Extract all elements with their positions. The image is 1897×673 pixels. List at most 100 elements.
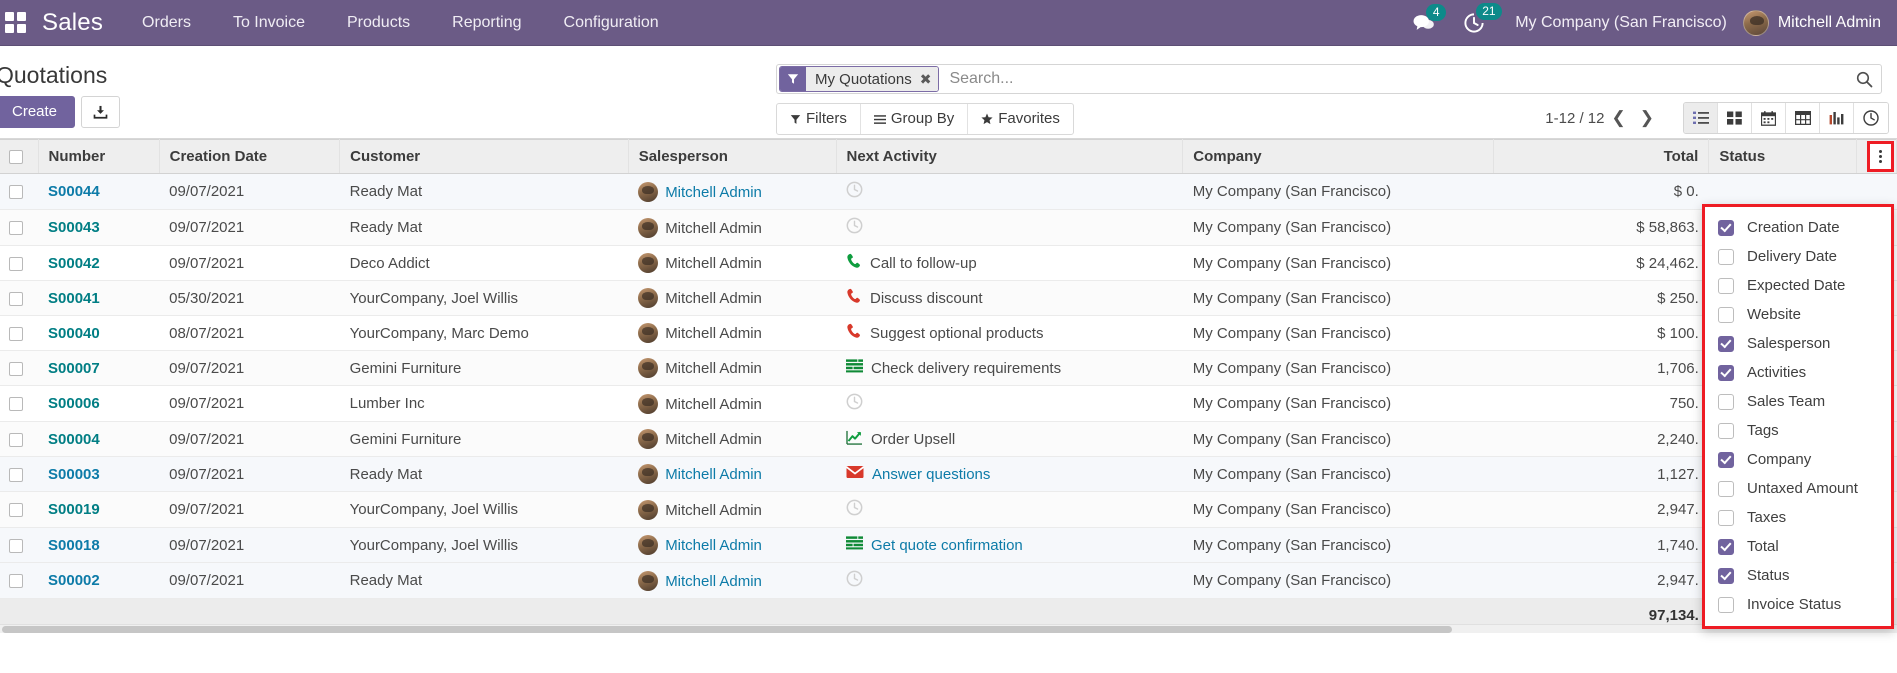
table-row[interactable]: S00002 09/07/2021 Ready Mat Mitchell Admin M… xyxy=(0,562,1897,599)
optional-column-item[interactable]: Sales Team xyxy=(1705,387,1891,416)
row-checkbox[interactable] xyxy=(9,432,23,447)
cell-number[interactable]: S00004 xyxy=(38,421,160,457)
calendar-view-icon[interactable] xyxy=(1752,103,1786,133)
table-row[interactable]: S00018 09/07/2021 YourCompany, Joel Willis… xyxy=(0,527,1897,563)
cell-next-activity[interactable] xyxy=(836,385,1183,422)
record-number-link[interactable]: S00044 xyxy=(48,183,100,200)
table-row[interactable]: S00007 09/07/2021 Gemini Furniture Mitchell… xyxy=(0,350,1897,386)
record-number-link[interactable]: S00018 xyxy=(48,537,100,554)
cell-next-activity[interactable] xyxy=(836,173,1183,210)
row-checkbox[interactable] xyxy=(9,503,23,518)
record-number-link[interactable]: S00006 xyxy=(48,395,100,412)
cell-number[interactable]: S00018 xyxy=(38,527,160,563)
select-all-checkbox[interactable] xyxy=(9,150,23,165)
record-number-link[interactable]: S00007 xyxy=(48,360,100,377)
apps-menu-button[interactable] xyxy=(0,0,38,46)
record-number-link[interactable]: S00042 xyxy=(48,255,100,272)
optional-column-checkbox[interactable] xyxy=(1718,480,1734,497)
row-checkbox[interactable] xyxy=(9,467,23,482)
cell-number[interactable]: S00040 xyxy=(38,315,160,351)
cell-next-activity[interactable] xyxy=(836,491,1183,528)
cell-number[interactable]: S00002 xyxy=(38,562,160,599)
cell-next-activity[interactable]: Get quote confirmation xyxy=(836,527,1183,563)
optional-column-checkbox[interactable] xyxy=(1718,393,1734,410)
row-checkbox[interactable] xyxy=(9,361,23,376)
nav-item-reporting[interactable]: Reporting xyxy=(431,1,542,45)
chevron-left-icon[interactable]: ❮ xyxy=(1605,107,1633,129)
optional-column-item[interactable]: Delivery Date xyxy=(1705,242,1891,271)
import-records-button[interactable] xyxy=(81,96,121,128)
optional-column-checkbox[interactable] xyxy=(1718,567,1734,584)
cell-number[interactable]: S00044 xyxy=(38,173,160,210)
column-header-company[interactable]: Company xyxy=(1182,139,1495,174)
messages-button[interactable]: 4 xyxy=(1413,4,1447,32)
column-header-number[interactable]: Number xyxy=(38,139,160,174)
search-icon[interactable] xyxy=(1847,71,1881,88)
create-button[interactable]: Create xyxy=(0,96,76,128)
row-checkbox[interactable] xyxy=(9,397,23,412)
activities-button[interactable]: 21 xyxy=(1463,2,1502,34)
table-row[interactable]: S00044 09/07/2021 Ready Mat Mitchell Admin M… xyxy=(0,173,1897,210)
app-brand-sales[interactable]: Sales xyxy=(38,9,121,37)
table-row[interactable]: S00004 09/07/2021 Gemini Furniture Mitchell… xyxy=(0,421,1897,457)
record-number-link[interactable]: S00004 xyxy=(48,431,100,448)
table-row[interactable]: S00019 09/07/2021 YourCompany, Joel Willis… xyxy=(0,491,1897,528)
group-by-dropdown-button[interactable]: Group By xyxy=(861,104,969,134)
optional-column-checkbox[interactable] xyxy=(1718,277,1734,294)
optional-column-item[interactable]: Total xyxy=(1705,532,1891,561)
row-checkbox[interactable] xyxy=(9,185,23,200)
cell-next-activity[interactable] xyxy=(836,562,1183,599)
optional-column-item[interactable]: Taxes xyxy=(1705,503,1891,532)
record-number-link[interactable]: S00041 xyxy=(48,290,100,307)
optional-column-item[interactable]: Tags xyxy=(1705,416,1891,445)
optional-column-checkbox[interactable] xyxy=(1718,248,1734,265)
nav-item-orders[interactable]: Orders xyxy=(121,1,212,45)
optional-column-checkbox[interactable] xyxy=(1718,538,1734,555)
row-checkbox[interactable] xyxy=(9,256,23,271)
activity-view-icon[interactable] xyxy=(1854,103,1888,133)
optional-column-item[interactable]: Salesperson xyxy=(1705,329,1891,358)
table-row[interactable]: S00006 09/07/2021 Lumber Inc Mitchell Admin… xyxy=(0,385,1897,422)
table-row[interactable]: S00040 08/07/2021 YourCompany, Marc Demo Mi… xyxy=(0,315,1897,351)
cell-next-activity[interactable]: Call to follow-up xyxy=(836,245,1183,281)
cell-number[interactable]: S00043 xyxy=(38,209,160,246)
row-checkbox[interactable] xyxy=(9,574,23,589)
cell-next-activity[interactable]: Suggest optional products xyxy=(836,315,1183,351)
record-number-link[interactable]: S00040 xyxy=(48,325,100,342)
graph-view-icon[interactable] xyxy=(1820,103,1854,133)
optional-column-item[interactable]: Expected Date xyxy=(1705,271,1891,300)
cell-next-activity[interactable] xyxy=(836,209,1183,246)
row-checkbox[interactable] xyxy=(9,326,23,341)
user-menu-button[interactable]: Mitchell Admin xyxy=(1742,9,1885,36)
optional-column-item[interactable]: Activities xyxy=(1705,358,1891,387)
optional-column-checkbox[interactable] xyxy=(1718,219,1734,236)
horizontal-scrollbar[interactable] xyxy=(0,624,1897,633)
row-checkbox[interactable] xyxy=(9,538,23,553)
optional-column-checkbox[interactable] xyxy=(1718,451,1734,468)
cell-number[interactable]: S00006 xyxy=(38,385,160,422)
cell-next-activity[interactable]: Discuss discount xyxy=(836,280,1183,316)
table-row[interactable]: S00042 09/07/2021 Deco Addict Mitchell Admi… xyxy=(0,245,1897,281)
filters-dropdown-button[interactable]: Filters xyxy=(777,104,861,134)
cell-next-activity[interactable]: Order Upsell xyxy=(836,421,1183,457)
optional-column-checkbox[interactable] xyxy=(1718,364,1734,381)
cell-next-activity[interactable]: Check delivery requirements xyxy=(836,350,1183,386)
column-header-total[interactable]: Total xyxy=(1493,139,1710,174)
pivot-view-icon[interactable] xyxy=(1786,103,1820,133)
nav-item-to-invoice[interactable]: To Invoice xyxy=(212,1,326,45)
optional-column-item[interactable]: Untaxed Amount xyxy=(1705,474,1891,503)
optional-column-item[interactable]: Company xyxy=(1705,445,1891,474)
record-number-link[interactable]: S00002 xyxy=(48,572,100,589)
remove-facet-icon[interactable]: ✖ xyxy=(919,67,939,91)
optional-column-checkbox[interactable] xyxy=(1718,509,1734,526)
cell-number[interactable]: S00041 xyxy=(38,280,160,316)
record-number-link[interactable]: S00043 xyxy=(48,219,100,236)
search-input[interactable] xyxy=(939,70,1847,88)
nav-item-configuration[interactable]: Configuration xyxy=(543,1,680,45)
optional-column-item[interactable]: Invoice Status xyxy=(1705,590,1891,619)
optional-column-checkbox[interactable] xyxy=(1718,596,1734,613)
column-header-salesperson[interactable]: Salesperson xyxy=(628,139,837,174)
kanban-view-icon[interactable] xyxy=(1718,103,1752,133)
optional-column-checkbox[interactable] xyxy=(1718,306,1734,323)
search-facet-my-quotations[interactable]: My Quotations ✖ xyxy=(779,66,940,92)
